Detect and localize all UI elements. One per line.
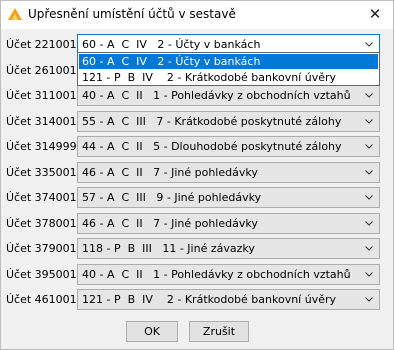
chevron-down-icon — [365, 93, 373, 98]
chevron-down-icon — [365, 144, 373, 149]
account-label: Účet 374001: — [6, 191, 81, 204]
account-combobox[interactable]: 46 - A C II 7 - Jiné pohledávky — [77, 213, 380, 234]
dialog-title: Upřesnění umístění účtů v sestavě — [28, 7, 236, 21]
dropdown-option-label: 60 - A C IV 2 - Účty v bankách — [82, 55, 261, 68]
account-label: Účet 311001: — [6, 89, 81, 102]
chevron-down-icon — [365, 195, 373, 200]
cancel-button[interactable]: Zrušit — [189, 321, 249, 342]
app-logo-icon — [8, 8, 22, 20]
combobox-value: 40 - A C II 1 - Pohledávky z obchodních … — [82, 268, 351, 281]
dropdown-option[interactable]: 121 - P B IV 2 - Krátkodobé bankovní úvě… — [79, 70, 378, 85]
close-icon[interactable]: ✕ — [357, 1, 393, 29]
account-combobox[interactable]: 55 - A C III 7 - Krátkodobé poskytnuté z… — [77, 111, 380, 132]
dropdown-option-label: 121 - P B IV 2 - Krátkodobé bankovní úvě… — [82, 71, 337, 84]
combobox-value: 44 - A C II 5 - Dlouhodobé poskytnuté zá… — [82, 140, 342, 153]
dropdown-option[interactable]: 60 - A C IV 2 - Účty v bankách — [79, 54, 378, 69]
account-label: Účet 395001: — [6, 268, 81, 281]
dialog-window: Upřesnění umístění účtů v sestavě ✕ Účet… — [0, 0, 394, 350]
chevron-down-icon — [365, 272, 373, 277]
account-label: Účet 314999: — [6, 140, 81, 153]
dropdown-list: 60 - A C IV 2 - Účty v bankách 121 - P B… — [77, 52, 380, 86]
account-label: Účet 221001: — [6, 38, 81, 51]
combobox-value: 118 - P B III 11 - Jiné závazky — [82, 242, 255, 255]
account-combobox[interactable]: 118 - P B III 11 - Jiné závazky — [77, 238, 380, 259]
account-label: Účet 314001: — [6, 115, 81, 128]
combobox-value: 40 - A C II 1 - Pohledávky z obchodních … — [82, 89, 351, 102]
account-combobox[interactable]: 44 - A C II 5 - Dlouhodobé poskytnuté zá… — [77, 136, 380, 157]
chevron-down-icon — [365, 119, 373, 124]
chevron-down-icon — [365, 297, 373, 302]
combobox-value: 60 - A C IV 2 - Účty v bankách — [82, 38, 261, 51]
account-combobox[interactable]: 57 - A C III 9 - Jiné pohledávky — [77, 187, 380, 208]
chevron-down-icon — [365, 221, 373, 226]
combobox-value: 46 - A C II 7 - Jiné pohledávky — [82, 217, 258, 230]
combobox-value: 46 - A C II 7 - Jiné pohledávky — [82, 166, 258, 179]
ok-button[interactable]: OK — [126, 321, 178, 342]
combobox-value: 57 - A C III 9 - Jiné pohledávky — [82, 191, 262, 204]
combobox-value: 55 - A C III 7 - Krátkodobé poskytnuté z… — [82, 115, 342, 128]
chevron-down-icon — [365, 42, 373, 47]
account-combobox[interactable]: 46 - A C II 7 - Jiné pohledávky — [77, 162, 380, 183]
account-label: Účet 261001: — [6, 64, 81, 77]
title-bar: Upřesnění umístění účtů v sestavě ✕ — [1, 1, 393, 29]
account-combobox[interactable]: 40 - A C II 1 - Pohledávky z obchodních … — [77, 85, 380, 106]
account-label: Účet 335001: — [6, 166, 81, 179]
combobox-value: 121 - P B IV 2 - Krátkodobé bankovní úvě… — [82, 293, 337, 306]
account-label: Účet 379001: — [6, 242, 81, 255]
chevron-down-icon — [365, 246, 373, 251]
account-label: Účet 378001: — [6, 217, 81, 230]
account-label: Účet 461001: — [6, 293, 81, 306]
account-combobox[interactable]: 40 - A C II 1 - Pohledávky z obchodních … — [77, 264, 380, 285]
account-combobox[interactable]: 121 - P B IV 2 - Krátkodobé bankovní úvě… — [77, 289, 380, 310]
chevron-down-icon — [365, 170, 373, 175]
